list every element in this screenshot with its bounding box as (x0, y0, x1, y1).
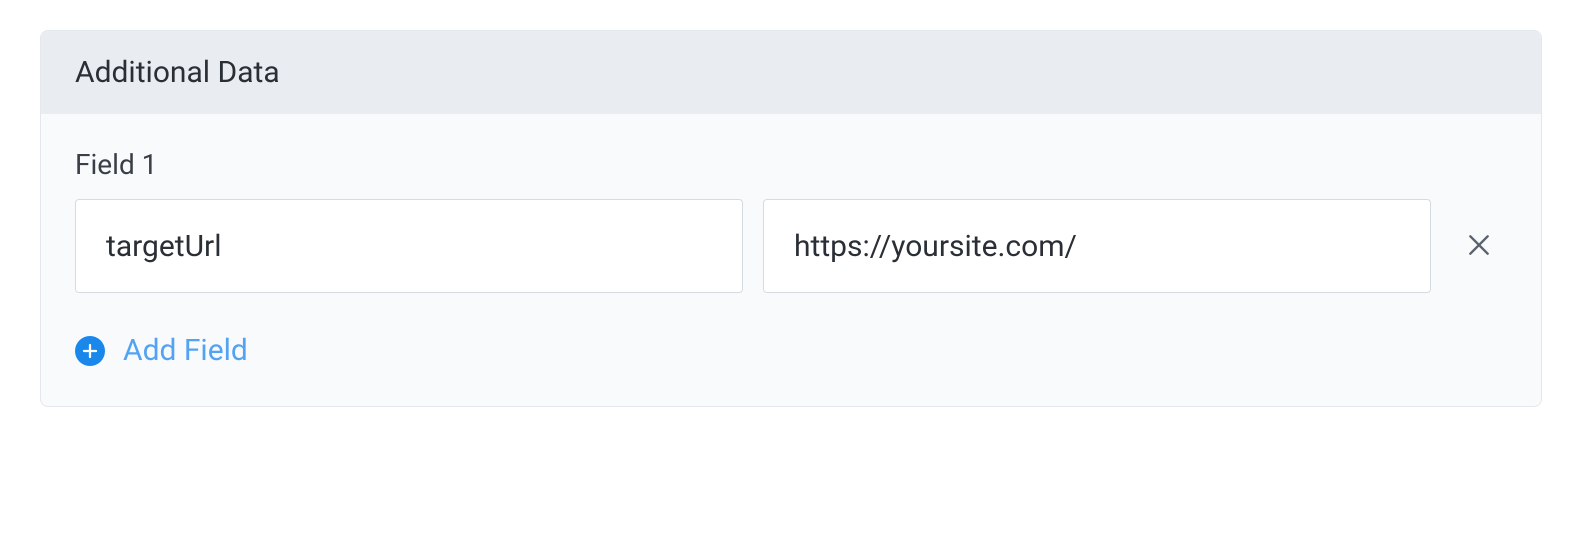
additional-data-panel: Additional Data Field 1 (40, 30, 1542, 407)
add-field-label: Add Field (123, 333, 248, 368)
add-field-button[interactable]: Add Field (75, 333, 248, 368)
remove-field-button[interactable] (1451, 218, 1507, 274)
plus-circle-icon (75, 336, 105, 366)
field-value-input[interactable] (763, 199, 1431, 293)
field-label: Field 1 (75, 148, 1507, 181)
panel-body: Field 1 Add Field (41, 114, 1541, 406)
panel-title: Additional Data (41, 31, 1541, 114)
close-icon (1466, 232, 1492, 261)
field-key-input[interactable] (75, 199, 743, 293)
field-row (75, 199, 1507, 293)
